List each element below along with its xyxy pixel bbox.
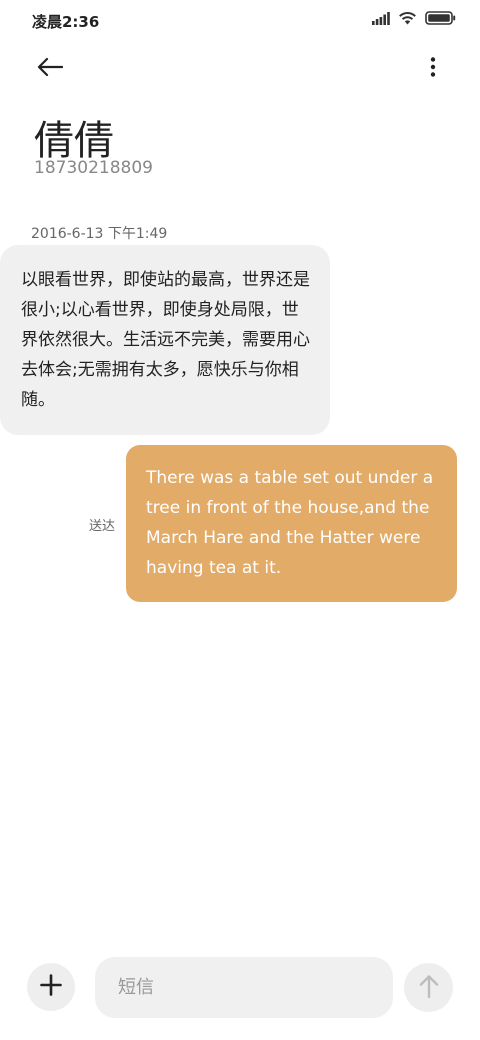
battery-icon bbox=[425, 11, 456, 25]
plus-icon bbox=[40, 974, 62, 1000]
status-bar: 凌晨2:36 bbox=[0, 0, 480, 40]
send-arrow-icon bbox=[419, 974, 439, 1002]
incoming-message-text: 以眼看世界，即使站的最高，世界还是很小;以心看世界，即使身处局限，世界依然很大。… bbox=[21, 270, 310, 410]
back-button[interactable] bbox=[28, 52, 72, 86]
signal-icon bbox=[372, 11, 390, 25]
message-timestamp: 2016-6-13 下午1:49 bbox=[31, 226, 168, 242]
outgoing-message-bubble[interactable]: There was a table set out under a tree i… bbox=[126, 445, 457, 602]
status-icons bbox=[372, 11, 456, 25]
add-attachment-button[interactable] bbox=[27, 963, 75, 1011]
sms-conversation-screen: 凌晨2:36 倩倩 18730218809 2016-6-13 下午1:49 以… bbox=[0, 0, 480, 1040]
incoming-message-bubble[interactable]: 以眼看世界，即使站的最高，世界还是很小;以心看世界，即使身处局限，世界依然很大。… bbox=[0, 245, 330, 435]
delivery-status: 送达 bbox=[89, 519, 116, 534]
wifi-icon bbox=[398, 11, 417, 25]
message-input[interactable] bbox=[95, 957, 393, 1018]
status-time: 凌晨2:36 bbox=[32, 13, 100, 31]
back-arrow-icon bbox=[37, 57, 64, 81]
contact-number: 18730218809 bbox=[34, 158, 153, 178]
send-button[interactable] bbox=[404, 963, 453, 1012]
more-vertical-icon bbox=[430, 57, 436, 81]
outgoing-message-text: There was a table set out under a tree i… bbox=[146, 468, 434, 578]
more-options-button[interactable] bbox=[418, 52, 448, 86]
